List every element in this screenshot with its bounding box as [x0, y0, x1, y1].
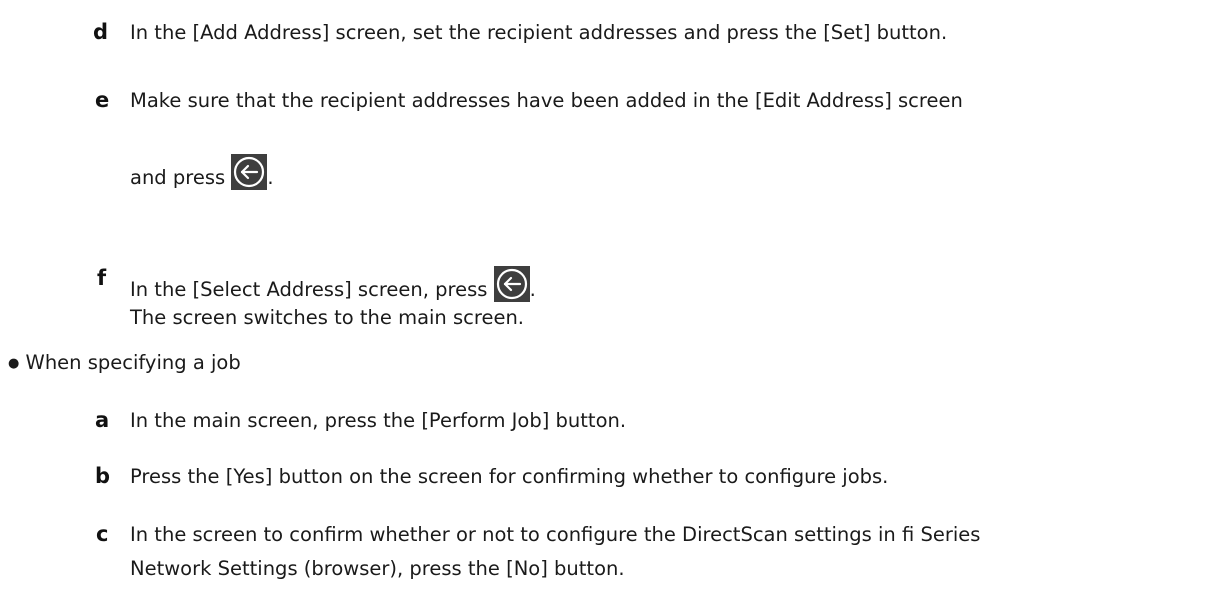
step-b-text: Press the [Yes] button on the screen for… [130, 465, 889, 488]
step-marker-b: b [95, 464, 111, 488]
step-marker-a: a [95, 408, 110, 432]
step-f-text-line2: The screen switches to the main screen. [130, 306, 525, 329]
step-marker-f: f [97, 266, 107, 290]
step-marker-e: e [95, 88, 110, 112]
step-f-text: In the [Select Address] screen, press [130, 278, 488, 301]
back-arrow-icon [493, 266, 530, 302]
step-e-text2: and press [130, 166, 226, 189]
step-e-text: Make sure that the recipient addresses h… [130, 89, 963, 112]
step-f-line1: In the [Select Address] screen, press . [130, 266, 536, 302]
back-arrow-icon [231, 154, 268, 190]
bullet-text: When specifying a job [25, 351, 241, 374]
step-a-text: In the main screen, press the [Perform J… [130, 409, 627, 432]
step-e-period: . [267, 166, 274, 189]
step-c-text-line2: Network Settings (browser), press the [N… [130, 557, 625, 580]
step-marker-c: c [96, 522, 109, 546]
bullet-icon: ● [8, 356, 20, 371]
step-d-text: In the [Add Address] screen, set the rec… [130, 21, 948, 44]
bullet-item: ● When specifying a job [8, 351, 241, 376]
step-marker-d: d [93, 20, 109, 44]
step-f-period: . [529, 278, 536, 301]
step-c-text: In the screen to confirm whether or not … [130, 523, 981, 546]
step-e-text-line2: and press . [130, 154, 274, 190]
